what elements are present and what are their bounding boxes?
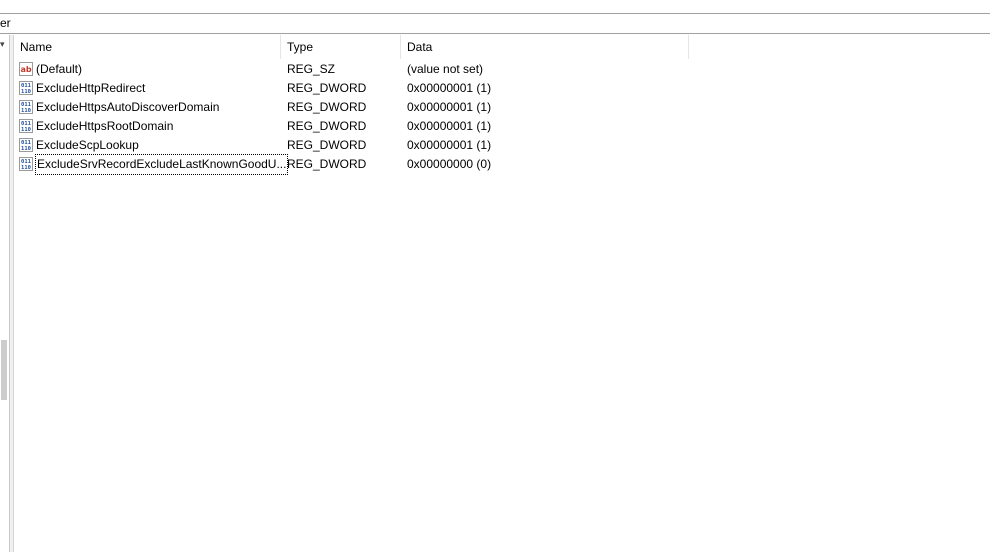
tree-expand-arrow-icon[interactable]: ▾ (0, 39, 5, 50)
table-row[interactable]: 011 110 ExcludeHttpRedirect REG_DWORD 0x… (14, 79, 990, 98)
column-header-name[interactable]: Name (14, 35, 281, 59)
column-header-row: Name Type Data (14, 35, 990, 59)
svg-text:110: 110 (21, 146, 31, 152)
reg-dword-icon: 011 110 (19, 137, 33, 152)
value-name: ExcludeScpLookup (36, 138, 139, 153)
tree-pane[interactable]: ▾ (0, 35, 10, 552)
value-type: REG_DWORD (287, 157, 367, 171)
svg-text:110: 110 (21, 89, 31, 95)
table-row[interactable]: 011 110 ExcludeHttpsRootDomain REG_DWORD… (14, 117, 990, 136)
value-type: REG_DWORD (287, 81, 367, 95)
value-data: 0x00000000 (0) (407, 157, 492, 171)
title-strip (0, 0, 990, 14)
reg-dword-icon: 011 110 (19, 156, 33, 171)
column-header-type[interactable]: Type (281, 35, 401, 59)
value-name: ExcludeHttpsRootDomain (36, 119, 174, 134)
value-data: 0x00000001 (1) (407, 138, 492, 152)
value-data: 0x00000001 (1) (407, 100, 492, 114)
values-list[interactable]: Name Type Data ab (Default) REG_SZ (valu… (14, 35, 990, 552)
table-row[interactable]: 011 110 ExcludeSrvRecordExcludeLastKnown… (14, 154, 990, 176)
value-type: REG_SZ (287, 62, 336, 76)
table-row[interactable]: 011 110 ExcludeScpLookup REG_DWORD 0x000… (14, 136, 990, 155)
value-name: ExcludeSrvRecordExcludeLastKnownGoodU... (34, 154, 289, 176)
value-name: ExcludeHttpRedirect (36, 81, 146, 96)
value-data: (value not set) (407, 62, 484, 76)
value-name: ExcludeHttpsAutoDiscoverDomain (36, 100, 220, 115)
value-data: 0x00000001 (1) (407, 81, 492, 95)
value-type: REG_DWORD (287, 138, 367, 152)
reg-dword-icon: 011 110 (19, 99, 33, 114)
value-type: REG_DWORD (287, 100, 367, 114)
reg-dword-icon: 011 110 (19, 80, 33, 95)
table-row[interactable]: ab (Default) REG_SZ (value not set) (14, 60, 990, 79)
svg-text:110: 110 (21, 108, 31, 114)
address-text: er (0, 16, 11, 30)
reg-sz-icon: ab (19, 61, 33, 76)
svg-text:110: 110 (21, 127, 31, 133)
value-type: REG_DWORD (287, 119, 367, 133)
address-bar[interactable]: er (0, 14, 990, 34)
table-row[interactable]: 011 110 ExcludeHttpsAutoDiscoverDomain R… (14, 98, 990, 117)
svg-text:ab: ab (20, 65, 31, 74)
tree-scrollbar-thumb[interactable] (1, 340, 7, 400)
column-header-data[interactable]: Data (401, 35, 689, 59)
reg-dword-icon: 011 110 (19, 118, 33, 133)
value-data: 0x00000001 (1) (407, 119, 492, 133)
svg-text:110: 110 (21, 165, 31, 171)
value-rows: ab (Default) REG_SZ (value not set) 011 … (14, 60, 990, 176)
value-name: (Default) (36, 62, 83, 77)
